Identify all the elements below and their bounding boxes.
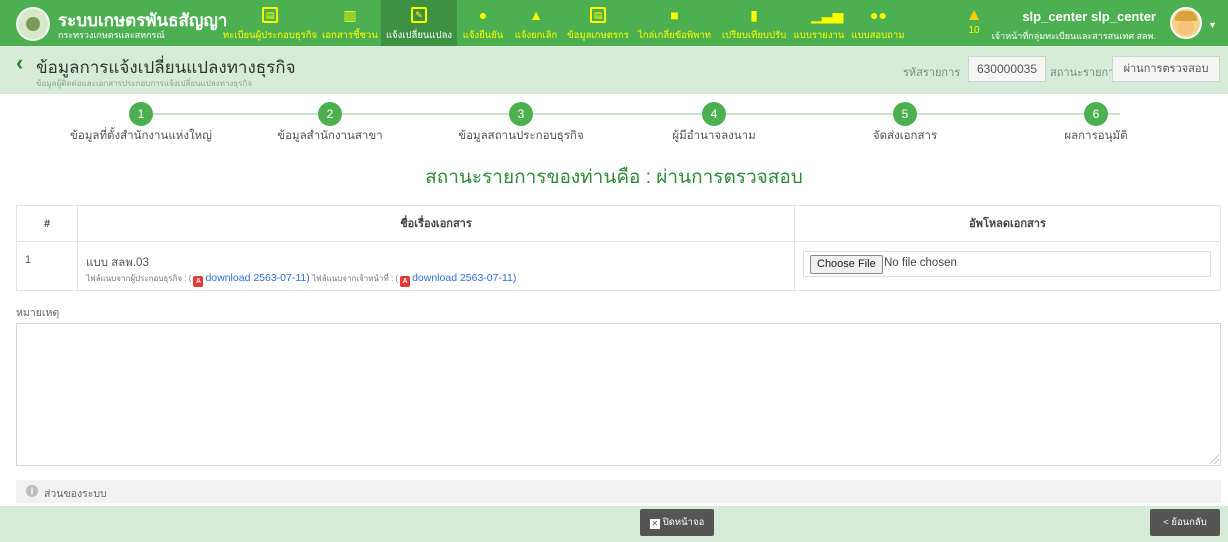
- step-1-circle[interactable]: 1: [129, 102, 153, 126]
- user-name[interactable]: slp_center slp_center: [1022, 9, 1156, 24]
- page-subtitle: ข้อมูลผู้ติดต่อและเอกสารประกอบการแจ้งเปล…: [36, 79, 253, 88]
- step-4-circle[interactable]: 4: [702, 102, 726, 126]
- step-2-circle[interactable]: 2: [318, 102, 342, 126]
- id-card-icon: ▤: [262, 7, 278, 23]
- nav-label: แบบสอบถาม: [851, 30, 905, 41]
- user-role: เจ้าหน้าที่กลุ่มทะเบียนและสารสนเทศ สลพ.: [991, 31, 1156, 41]
- nav-item-dispute-mediation[interactable]: ■ ไกล่เกลี่ยข้อพิพาท: [635, 0, 714, 46]
- clipboard-icon: ▥: [343, 7, 357, 23]
- nav-label: เอกสารชี้ชวน: [322, 30, 378, 41]
- owner-file-download-link[interactable]: download 2563-07-11): [205, 272, 309, 284]
- remark-textarea[interactable]: [16, 323, 1221, 466]
- resize-grip-icon[interactable]: [1210, 455, 1219, 464]
- notification-bell[interactable]: ▲ 10: [964, 5, 984, 41]
- table-cell-upload: Choose File No file chosen: [795, 242, 1220, 291]
- check-circle-icon: ●: [478, 7, 488, 23]
- step-6-label[interactable]: ผลการอนุมัติ: [1064, 127, 1127, 145]
- nav-item-questionnaire[interactable]: ●● แบบสอบถาม: [850, 0, 906, 46]
- table-cell-index: 1: [17, 242, 78, 291]
- info-icon: i: [26, 485, 38, 497]
- remark-label: หมายเหตุ: [16, 307, 60, 319]
- choose-file-button[interactable]: Choose File: [810, 255, 883, 274]
- chat-icon: ■: [670, 7, 679, 23]
- staff-file-label: ไฟล์แนบจากเจ้าหน้าที่ :: [312, 274, 394, 283]
- table-header-upload: อัพโหลดเอกสาร: [795, 206, 1220, 242]
- step-3-label[interactable]: ข้อมูลสถานประกอบธุรกิจ: [458, 127, 583, 145]
- nav-item-confirm-notice[interactable]: ● แจ้งยืนยัน: [459, 0, 507, 46]
- record-status-value: ผ่านการตรวจสอบ: [1112, 56, 1220, 82]
- user-avatar[interactable]: [1170, 7, 1202, 39]
- nav-item-prospectus[interactable]: ▥ เอกสารชี้ชวน: [321, 0, 379, 46]
- nav-item-fine-settlement[interactable]: ▮ เปรียบเทียบปรับ: [718, 0, 790, 46]
- doc-files: ไฟล์แนบจากผู้ประกอบธุรกิจ : (Adownload 2…: [86, 272, 517, 287]
- record-code-value: 630000035: [968, 56, 1046, 82]
- edit-icon: ✎: [411, 7, 427, 23]
- nav-item-farmer-data[interactable]: ▤ ข้อมูลเกษตรกร: [565, 0, 631, 46]
- nav-label: ทะเบียนผู้ประกอบธุรกิจ: [222, 30, 318, 41]
- doc-name: แบบ สลพ.03: [86, 257, 149, 269]
- row-index: 1: [25, 254, 32, 266]
- nav-label: แจ้งยืนยัน: [462, 30, 504, 41]
- nav-item-business-registry[interactable]: ▤ ทะเบียนผู้ประกอบธุรกิจ: [221, 0, 319, 46]
- close-screen-button[interactable]: ✕ ปิดหน้าจอ: [640, 509, 714, 536]
- record-code-label: รหัสรายการ: [903, 67, 961, 79]
- close-screen-label: ปิดหน้าจอ: [662, 517, 705, 528]
- table-header-index: #: [17, 206, 78, 242]
- footer-bar: [0, 506, 1228, 542]
- warning-icon: ▲: [529, 7, 543, 23]
- documents-table: # ชื่อเรื่องเอกสาร อัพโหลดเอกสาร 1 แบบ ส…: [16, 205, 1221, 291]
- top-navbar: ระบบเกษตรพันธสัญญา กระทรวงเกษตรและสหกรณ์…: [0, 0, 1228, 46]
- caret-down-icon[interactable]: ▼: [1208, 20, 1217, 30]
- comments-icon: ●●: [870, 7, 887, 23]
- step-2-label[interactable]: ข้อมูลสำนักงานสาขา: [277, 127, 382, 145]
- pdf-icon: A: [400, 276, 411, 287]
- record-status-label: สถานะรายการ: [1050, 67, 1121, 79]
- nav-item-report-forms[interactable]: ▁▃▅ แบบรายงาน: [791, 0, 847, 46]
- nav-label: ไกล่เกลี่ยข้อพิพาท: [637, 30, 712, 41]
- back-button[interactable]: < ย้อนกลับ: [1150, 509, 1220, 536]
- step-5-label[interactable]: จัดส่งเอกสาร: [873, 127, 937, 145]
- owner-file-label: ไฟล์แนบจากผู้ประกอบธุรกิจ :: [86, 274, 187, 283]
- nav-item-cancel-notice[interactable]: ▲ แจ้งยกเลิก: [510, 0, 562, 46]
- bell-icon: ▲: [965, 5, 983, 24]
- table-header-doc-name: ชื่อเรื่องเอกสาร: [78, 206, 795, 242]
- nav-label: ข้อมูลเกษตรกร: [567, 30, 629, 41]
- step-3-circle[interactable]: 3: [509, 102, 533, 126]
- document-icon: ▮: [750, 7, 758, 23]
- notification-count: 10: [968, 25, 980, 36]
- step-1-label[interactable]: ข้อมูลที่ตั้งสำนักงานแห่งใหญ่: [70, 127, 212, 145]
- stepper-line: [140, 113, 1120, 115]
- system-section-label: ส่วนของระบบ: [44, 488, 107, 500]
- nav-label: แจ้งเปลี่ยนแปลง: [385, 30, 453, 41]
- close-icon: ✕: [649, 519, 660, 529]
- status-heading: สถานะรายการของท่านคือ : ผ่านการตรวจสอบ: [425, 167, 803, 188]
- farmer-card-icon: ▤: [590, 7, 606, 23]
- brand-subtitle: กระทรวงเกษตรและสหกรณ์: [58, 30, 165, 40]
- bar-chart-icon: ▁▃▅: [811, 7, 844, 23]
- system-section-bar[interactable]: i ส่วนของระบบ: [16, 480, 1221, 503]
- table-cell-doc: แบบ สลพ.03 ไฟล์แนบจากผู้ประกอบธุรกิจ : (…: [78, 242, 795, 291]
- nav-item-change-notice[interactable]: ✎ แจ้งเปลี่ยนแปลง: [381, 0, 457, 46]
- step-6-circle[interactable]: 6: [1084, 102, 1108, 126]
- step-5-circle[interactable]: 5: [893, 102, 917, 126]
- nav-label: แบบรายงาน: [793, 30, 845, 41]
- nav-label: แจ้งยกเลิก: [514, 30, 558, 41]
- chevron-left-icon[interactable]: ‹: [16, 52, 23, 74]
- ministry-logo[interactable]: [16, 7, 50, 41]
- staff-file-download-link[interactable]: download 2563-07-11): [412, 272, 516, 284]
- no-file-text: No file chosen: [884, 257, 957, 269]
- pdf-icon: A: [193, 276, 204, 287]
- file-upload-input[interactable]: Choose File No file chosen: [803, 251, 1211, 277]
- nav-label: เปรียบเทียบปรับ: [721, 30, 787, 41]
- step-4-label[interactable]: ผู้มีอำนาจลงนาม: [672, 127, 755, 145]
